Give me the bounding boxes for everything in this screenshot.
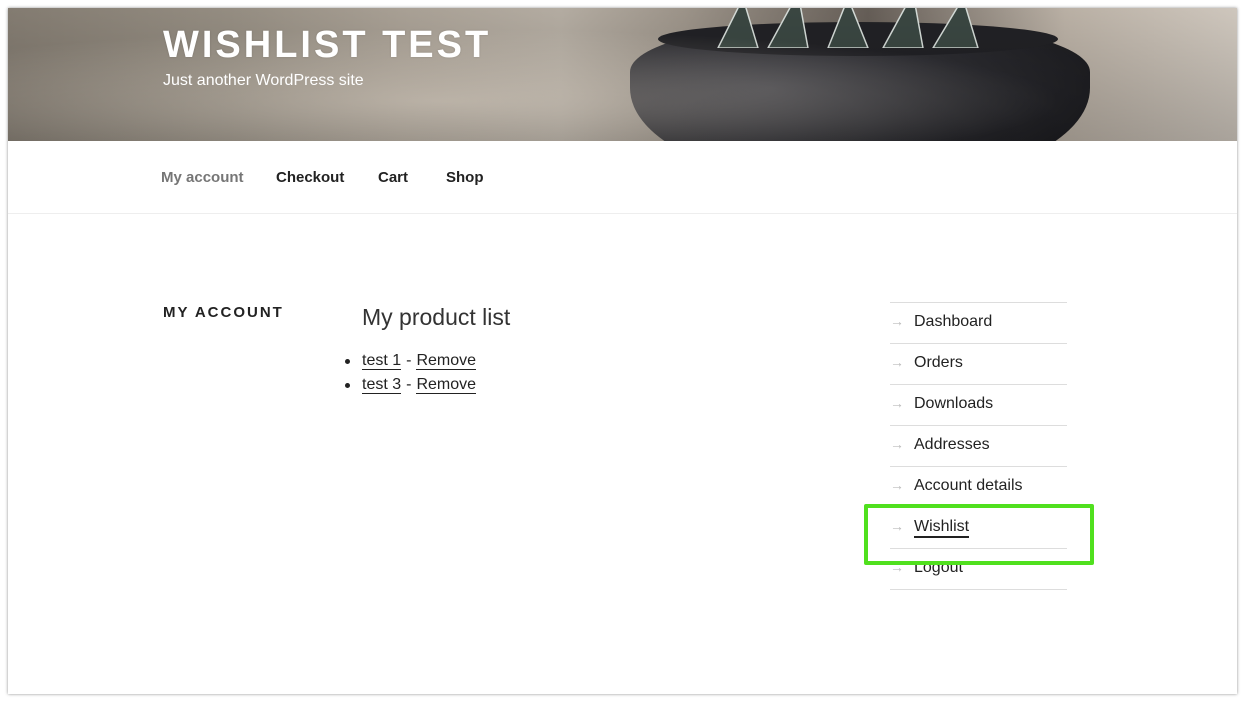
site-header: WISHLIST TEST Just another WordPress sit… — [8, 8, 1237, 141]
arrow-right-icon: → — [890, 559, 904, 575]
separator: - — [406, 376, 412, 393]
account-navigation: → Dashboard → Orders → Downloads → Addre… — [890, 302, 1067, 590]
nav-item-my-account[interactable]: My account — [161, 169, 244, 186]
list-item: test 1- Remove — [344, 349, 477, 373]
nav-item-checkout[interactable]: Checkout — [276, 169, 344, 186]
product-list: test 1- Remove test 3- Remove — [344, 349, 477, 397]
site-title[interactable]: WISHLIST TEST — [163, 24, 491, 67]
page-title: MY ACCOUNT — [163, 304, 284, 321]
main-navigation: My account Checkout Cart Shop — [8, 141, 1237, 214]
account-nav-item-wishlist: → Wishlist — [890, 508, 1067, 549]
account-nav-link-addresses[interactable]: Addresses — [914, 436, 990, 454]
product-link-test-1[interactable]: test 1 — [362, 352, 402, 370]
arrow-right-icon: → — [890, 436, 904, 452]
arrow-right-icon: → — [890, 395, 904, 411]
account-nav-link-account-details[interactable]: Account details — [914, 477, 1023, 495]
account-nav-item-account-details: → Account details — [890, 467, 1067, 508]
remove-link-test-1[interactable]: Remove — [416, 352, 477, 370]
account-nav-item-addresses: → Addresses — [890, 426, 1067, 467]
browser-page: WISHLIST TEST Just another WordPress sit… — [8, 8, 1237, 694]
nav-item-shop[interactable]: Shop — [446, 169, 484, 186]
account-nav-link-downloads[interactable]: Downloads — [914, 395, 993, 413]
account-nav-item-dashboard: → Dashboard — [890, 303, 1067, 344]
account-nav-link-wishlist[interactable]: Wishlist — [914, 518, 970, 538]
arrow-right-icon: → — [890, 354, 904, 370]
remove-link-test-3[interactable]: Remove — [416, 376, 477, 394]
arrow-right-icon: → — [890, 313, 904, 329]
product-list-heading: My product list — [362, 304, 511, 330]
product-link-test-3[interactable]: test 3 — [362, 376, 402, 394]
arrow-right-icon: → — [890, 477, 904, 493]
account-nav-item-downloads: → Downloads — [890, 385, 1067, 426]
account-nav-item-orders: → Orders — [890, 344, 1067, 385]
list-item: test 3- Remove — [344, 373, 477, 397]
site-tagline: Just another WordPress site — [163, 72, 364, 89]
account-nav-link-dashboard[interactable]: Dashboard — [914, 313, 992, 331]
separator: - — [406, 352, 412, 369]
account-nav-link-logout[interactable]: Logout — [914, 559, 963, 577]
arrow-right-icon: → — [890, 518, 904, 534]
nav-item-cart[interactable]: Cart — [378, 169, 408, 186]
account-nav-item-logout: → Logout — [890, 549, 1067, 590]
account-nav-link-orders[interactable]: Orders — [914, 354, 963, 372]
